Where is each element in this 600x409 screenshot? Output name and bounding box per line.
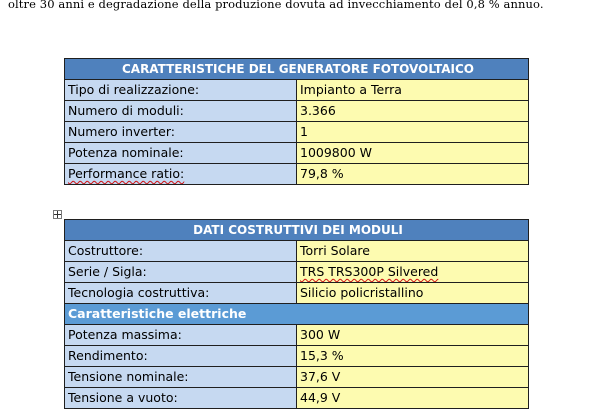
table-row: Tipo di realizzazione: Impianto a Terra — [64, 79, 529, 101]
table-row: Tensione nominale: 37,6 V — [64, 366, 529, 388]
table-row: Costruttore: Torri Solare — [64, 240, 529, 262]
row-value-text: TRS TRS300P Silvered — [300, 264, 439, 279]
row-value[interactable]: 15,3 % — [296, 345, 529, 367]
row-value[interactable]: 1009800 W — [296, 142, 529, 164]
row-label[interactable]: Performance ratio: — [64, 163, 297, 185]
generator-table-title: CARATTERISTICHE DEL GENERATORE FOTOVOLTA… — [64, 58, 529, 80]
row-label[interactable]: Potenza nominale: — [64, 142, 297, 164]
row-label[interactable]: Potenza massima: — [64, 324, 297, 346]
row-value[interactable]: Impianto a Terra — [296, 79, 529, 101]
row-label[interactable]: Costruttore: — [64, 240, 297, 262]
move-handle-icon[interactable] — [53, 210, 62, 219]
row-value[interactable]: TRS TRS300P Silvered — [296, 261, 529, 283]
row-label-text: Performance ratio: — [68, 166, 185, 181]
table-row: Rendimento: 15,3 % — [64, 345, 529, 367]
generator-table: CARATTERISTICHE DEL GENERATORE FOTOVOLTA… — [64, 58, 529, 185]
row-label[interactable]: Tensione nominale: — [64, 366, 297, 388]
table-row: Serie / Sigla: TRS TRS300P Silvered — [64, 261, 529, 283]
modules-table-title: DATI COSTRUTTIVI DEI MODULI — [64, 219, 529, 241]
table-row: Numero di moduli: 3.366 — [64, 100, 529, 122]
row-label[interactable]: Serie / Sigla: — [64, 261, 297, 283]
row-value[interactable]: 44,9 V — [296, 387, 529, 409]
table-row: Tecnologia costruttiva: Silicio policris… — [64, 282, 529, 304]
electrical-subheader: Caratteristiche elettriche — [64, 303, 529, 325]
row-label[interactable]: Tensione a vuoto: — [64, 387, 297, 409]
table-row: Tensione a vuoto: 44,9 V — [64, 387, 529, 409]
table-row: Potenza massima: 300 W — [64, 324, 529, 346]
row-value[interactable]: 1 — [296, 121, 529, 143]
intro-paragraph: oltre 30 anni e degradazione della produ… — [8, 0, 544, 11]
table-row: Numero inverter: 1 — [64, 121, 529, 143]
row-value[interactable]: 3.366 — [296, 100, 529, 122]
row-value[interactable]: 37,6 V — [296, 366, 529, 388]
row-label[interactable]: Numero inverter: — [64, 121, 297, 143]
modules-table: DATI COSTRUTTIVI DEI MODULI Costruttore:… — [64, 219, 529, 409]
table-row: Performance ratio: 79,8 % — [64, 163, 529, 185]
table-row: Potenza nominale: 1009800 W — [64, 142, 529, 164]
row-value[interactable]: Torri Solare — [296, 240, 529, 262]
row-label[interactable]: Tipo di realizzazione: — [64, 79, 297, 101]
row-value[interactable]: 79,8 % — [296, 163, 529, 185]
move-arrows-icon — [54, 211, 61, 218]
row-value[interactable]: 300 W — [296, 324, 529, 346]
row-label[interactable]: Numero di moduli: — [64, 100, 297, 122]
row-label[interactable]: Rendimento: — [64, 345, 297, 367]
row-value[interactable]: Silicio policristallino — [296, 282, 529, 304]
row-label[interactable]: Tecnologia costruttiva: — [64, 282, 297, 304]
